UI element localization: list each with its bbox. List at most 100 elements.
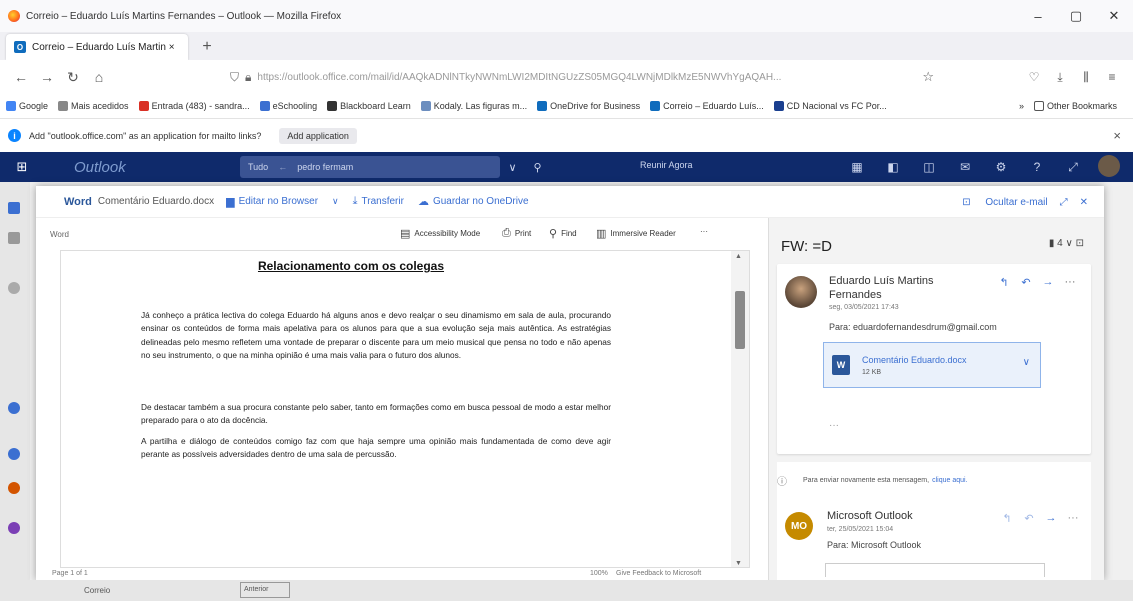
window-titlebar: Correio – Eduardo Luís Martins Fernandes…	[0, 0, 1133, 32]
library-icon[interactable]: ⫼	[1073, 64, 1099, 90]
bookmarks-overflow-button[interactable]: »	[1019, 101, 1024, 111]
shield-icon[interactable]: ⛉	[230, 70, 239, 85]
url-text[interactable]: https://outlook.office.com/mail/id/AAQkA…	[257, 72, 918, 83]
forward-button[interactable]: →	[34, 64, 60, 90]
document-scrollbar[interactable]: ▲ ▼	[731, 251, 749, 567]
hide-email-button[interactable]: ⊡ Ocultar e-mail	[950, 197, 1047, 208]
other-bookmarks[interactable]: Other Bookmarks	[1033, 101, 1117, 111]
save-to-onedrive-button[interactable]: ☁ Guardar no OneDrive	[418, 195, 529, 208]
bookmark-star-icon[interactable]: ☆	[922, 69, 934, 85]
message-card[interactable]: Eduardo Luís Martins Fernandes ↰ ↶ → ···…	[777, 264, 1091, 454]
chevron-down-icon[interactable]: ∨	[508, 161, 516, 174]
minimize-button[interactable]: –	[1019, 0, 1057, 32]
sender-name[interactable]: Eduardo Luís Martins Fernandes	[829, 274, 959, 302]
document-frame[interactable]: Relacionamento com os colegas Já conheço…	[60, 250, 750, 568]
bookmark-gmail[interactable]: Entrada (483) - sandra...	[138, 101, 250, 111]
sender-name[interactable]: Microsoft Outlook	[827, 510, 913, 522]
more-icon[interactable]: ···	[1062, 512, 1084, 525]
close-icon[interactable]: ✕	[1080, 197, 1088, 208]
feedback-icon[interactable]: ⤢	[1055, 160, 1091, 175]
forward-icon[interactable]: →	[1040, 512, 1062, 525]
chevron-down-icon[interactable]: ∨	[332, 196, 339, 207]
avatar[interactable]	[785, 276, 817, 308]
people-icon[interactable]	[8, 282, 20, 294]
avatar[interactable]	[1091, 154, 1127, 180]
new-tab-button[interactable]: +	[194, 34, 220, 60]
folder-icon[interactable]	[8, 482, 20, 494]
bookmark-correio[interactable]: Correio – Eduardo Luís...	[650, 101, 764, 111]
bookmark-most-visited[interactable]: Mais acedidos	[58, 101, 129, 111]
arrow-left-icon[interactable]: ←	[278, 162, 287, 172]
attachment-card[interactable]	[825, 563, 1045, 577]
bottom-chip[interactable]: Anterior	[240, 582, 290, 598]
edit-in-browser-button[interactable]: ▆ Editar no Browser	[226, 195, 318, 208]
outlook-header: ⊞ Outlook Tudo ← pedro fermam ∨ ⚲ Reunir…	[0, 152, 1133, 182]
avatar[interactable]: MO	[785, 512, 813, 540]
downloads-icon[interactable]: ⤓	[1047, 64, 1073, 90]
chevron-down-icon[interactable]: ∨	[1023, 357, 1030, 368]
reply-icon[interactable]: ↰	[996, 512, 1018, 525]
maximize-button[interactable]: ▢	[1057, 0, 1095, 32]
home-button[interactable]: ⌂	[86, 64, 112, 90]
subject-tools[interactable]: ▮ 4 ∨ ⊡	[1049, 238, 1084, 249]
calendar-icon[interactable]: ▦	[839, 160, 875, 174]
forward-icon[interactable]: →	[1037, 276, 1059, 289]
accessibility-mode-button[interactable]: ▤ Accessibility Mode	[400, 227, 480, 240]
search-icon[interactable]: ⚲	[533, 161, 541, 174]
url-bar[interactable]: ⛉ 🔒︎ https://outlook.office.com/mail/id/…	[222, 64, 942, 90]
browser-tab[interactable]: O Correio – Eduardo Luís Martin ×	[6, 34, 188, 60]
app-launcher-icon[interactable]: ⊞	[0, 159, 44, 175]
pocket-icon[interactable]: ♡	[1021, 64, 1047, 90]
reply-all-icon[interactable]: ↶	[1018, 512, 1040, 525]
back-button[interactable]: ←	[8, 64, 34, 90]
page-icon	[420, 101, 431, 111]
mail-icon[interactable]	[8, 202, 20, 214]
search-scope[interactable]: Tudo	[248, 162, 268, 172]
scrollbar-thumb[interactable]	[735, 291, 745, 349]
bookmark-onedrive[interactable]: OneDrive for Business	[537, 101, 640, 111]
notification-close-button[interactable]: ×	[1113, 128, 1121, 143]
zoom-level[interactable]: 100%	[590, 570, 608, 577]
pop-out-icon[interactable]: ⤢	[1060, 197, 1068, 208]
gear-icon[interactable]: ⚙	[983, 160, 1019, 174]
more-options-button[interactable]: ···	[700, 227, 708, 236]
reply-icon[interactable]: ↰	[993, 276, 1015, 289]
more-icon[interactable]: ···	[1059, 276, 1081, 289]
feedback-link[interactable]: Give Feedback to Microsoft	[616, 570, 701, 577]
book-icon: ▥	[596, 228, 607, 240]
bookmark-cd-nacional[interactable]: CD Nacional vs FC Por...	[773, 101, 887, 111]
outlook-brand[interactable]: Outlook	[74, 159, 126, 176]
close-window-button[interactable]: ✕	[1095, 0, 1133, 32]
folder-icon[interactable]	[8, 448, 20, 460]
bookmark-blackboard[interactable]: Blackboard Learn	[327, 101, 411, 111]
meet-now-button[interactable]: Reunir Agora	[640, 160, 693, 170]
bookmark-kodaly[interactable]: Kodaly. Las figuras m...	[420, 101, 527, 111]
folder-icon[interactable]	[8, 402, 20, 414]
find-button[interactable]: ⚲ Find	[549, 227, 577, 240]
lock-icon[interactable]: 🔒︎	[245, 70, 251, 85]
menu-icon[interactable]: ≡	[1099, 64, 1125, 90]
add-application-button[interactable]: Add application	[279, 127, 357, 144]
bookmark-google[interactable]: Google	[6, 101, 48, 111]
bell-icon[interactable]: ✉	[947, 160, 983, 174]
folder-label[interactable]: Correio	[84, 586, 110, 595]
teams-icon[interactable]: ◫	[911, 160, 947, 174]
click-here-link[interactable]: clique aqui.	[932, 477, 967, 484]
calendar-icon[interactable]	[8, 232, 20, 244]
word-app-icon[interactable]: ◧	[875, 160, 911, 174]
show-more-button[interactable]: ···	[829, 420, 839, 431]
immersive-reader-button[interactable]: ▥ Immersive Reader	[596, 227, 676, 240]
scroll-up-icon[interactable]: ▲	[735, 253, 742, 260]
search-query[interactable]: pedro fermam	[297, 162, 353, 172]
folder-icon[interactable]	[8, 522, 20, 534]
help-icon[interactable]: ?	[1019, 160, 1055, 174]
word-file-icon: W	[832, 355, 850, 375]
bookmark-eschooling[interactable]: eSchooling	[259, 101, 317, 111]
reload-button[interactable]: ↻	[60, 64, 86, 90]
print-button[interactable]: ⎙ Print	[502, 227, 531, 240]
download-button[interactable]: ⤓ Transferir	[353, 195, 404, 208]
reply-all-icon[interactable]: ↶	[1015, 276, 1037, 289]
bookmark-label: Google	[19, 101, 49, 111]
attachment-card[interactable]: W Comentário Eduardo.docx 12 KB ∨	[823, 342, 1041, 388]
search-box[interactable]: Tudo ← pedro fermam	[240, 156, 500, 178]
